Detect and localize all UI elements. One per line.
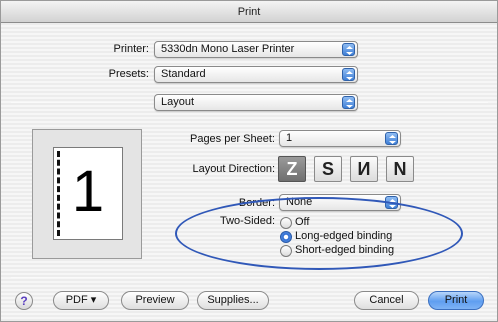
presets-label: Presets: — [108, 68, 149, 80]
radio-button[interactable] — [280, 217, 292, 229]
pages-per-sheet-value: 1 — [286, 132, 293, 144]
divider-right — [358, 102, 488, 103]
popup-arrows-icon — [342, 68, 355, 81]
radio-button-checked[interactable] — [280, 231, 292, 243]
two-sided-label: Two-Sided: — [219, 215, 275, 227]
layout-direction-reverse-n-button[interactable]: И — [350, 156, 378, 182]
pdf-menu-button[interactable]: PDF ▾ — [53, 291, 109, 310]
divider-left — [11, 102, 151, 103]
two-sided-off-label: Off — [295, 216, 310, 228]
layout-direction-s-button[interactable]: S — [314, 156, 342, 182]
popup-arrows-icon — [342, 43, 355, 56]
two-sided-short-edge-label: Short-edged binding — [295, 244, 395, 256]
window-title: Print — [1, 1, 497, 23]
layout-direction-z-button[interactable]: Z — [278, 156, 306, 182]
popup-arrows-icon — [342, 96, 355, 109]
preview-page: 1 — [53, 147, 123, 240]
popup-arrows-icon — [385, 132, 398, 145]
pages-per-sheet-label: Pages per Sheet: — [189, 133, 275, 145]
pane-select[interactable]: Layout — [154, 94, 358, 111]
preview-button[interactable]: Preview — [121, 291, 189, 310]
help-button[interactable]: ? — [15, 292, 33, 310]
cancel-button[interactable]: Cancel — [354, 291, 419, 310]
presets-select-value: Standard — [161, 68, 206, 80]
layout-direction-n-button[interactable]: N — [386, 156, 414, 182]
printer-label: Printer: — [113, 43, 149, 55]
print-dialog: Print Printer: 5330dn Mono Laser Printer… — [0, 0, 498, 322]
footer-divider — [11, 277, 489, 278]
layout-direction-label: Layout Direction: — [192, 163, 275, 175]
pane-select-value: Layout — [161, 96, 195, 108]
preview-page-number: 1 — [71, 159, 105, 224]
presets-select[interactable]: Standard — [154, 66, 358, 83]
printer-select[interactable]: 5330dn Mono Laser Printer — [154, 41, 358, 58]
printer-select-value: 5330dn Mono Laser Printer — [161, 43, 295, 55]
print-button[interactable]: Print — [428, 291, 484, 310]
two-sided-long-edge-label: Long-edged binding — [295, 230, 393, 242]
pages-per-sheet-select[interactable]: 1 — [279, 130, 401, 147]
supplies-button[interactable]: Supplies... — [197, 291, 269, 310]
radio-button[interactable] — [280, 245, 292, 257]
